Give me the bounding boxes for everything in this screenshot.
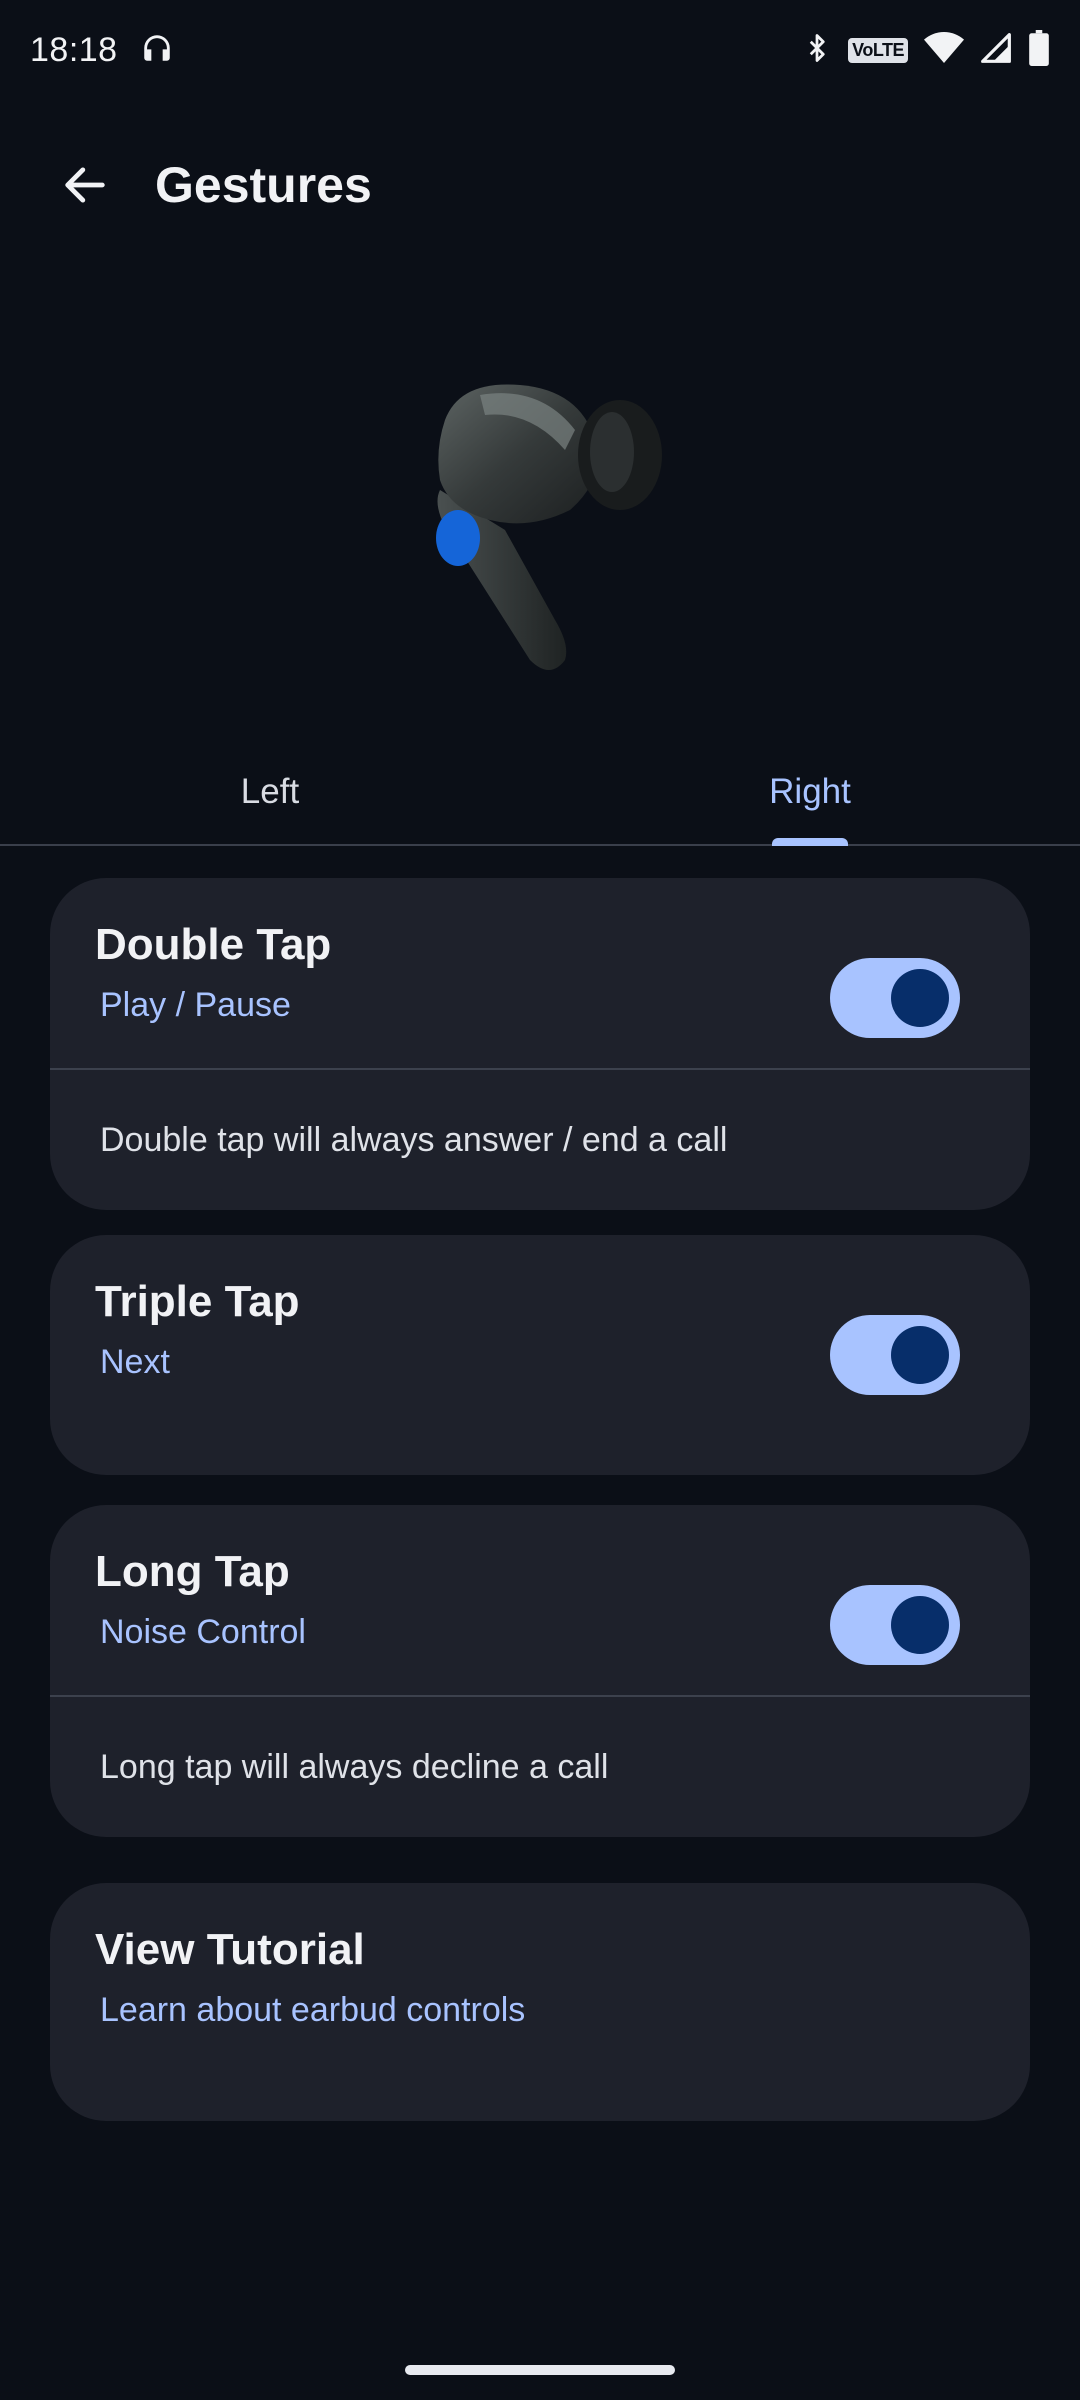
triple-tap-toggle[interactable] bbox=[830, 1315, 960, 1395]
triple-tap-card: Triple Tap Next bbox=[50, 1235, 1030, 1475]
gesture-action: Next bbox=[100, 1343, 170, 1381]
tab-right-label: Right bbox=[769, 772, 851, 811]
toggle-knob bbox=[891, 969, 949, 1027]
status-time: 18:18 bbox=[30, 30, 118, 69]
volte-icon: VoLTE bbox=[848, 37, 908, 63]
long-tap-toggle[interactable] bbox=[830, 1585, 960, 1665]
double-tap-toggle[interactable] bbox=[830, 958, 960, 1038]
earbud-tabs: Left Right bbox=[0, 740, 1080, 846]
gesture-note: Double tap will always answer / end a ca… bbox=[100, 1120, 728, 1159]
long-tap-card: Long Tap Noise Control Long tap will alw… bbox=[50, 1505, 1030, 1837]
view-tutorial-row: View Tutorial Learn about earbud control… bbox=[50, 1883, 1030, 2073]
page-title: Gestures bbox=[155, 157, 372, 213]
signal-icon bbox=[980, 32, 1012, 69]
tab-left[interactable]: Left bbox=[0, 740, 540, 844]
gesture-title: Long Tap bbox=[95, 1547, 290, 1596]
tab-left-label: Left bbox=[240, 772, 300, 811]
arrow-back-icon bbox=[65, 167, 105, 203]
battery-icon bbox=[1028, 29, 1050, 71]
wifi-icon bbox=[924, 31, 964, 70]
double-tap-card: Double Tap Play / Pause Double tap will … bbox=[50, 878, 1030, 1210]
app-bar: Gestures bbox=[0, 130, 1080, 240]
triple-tap-row[interactable]: Triple Tap Next bbox=[50, 1235, 1030, 1425]
view-tutorial-card[interactable]: View Tutorial Learn about earbud control… bbox=[50, 1883, 1030, 2121]
gesture-action: Play / Pause bbox=[100, 986, 291, 1024]
gesture-action: Noise Control bbox=[100, 1613, 306, 1651]
tab-right[interactable]: Right bbox=[540, 740, 1080, 846]
double-tap-row[interactable]: Double Tap Play / Pause bbox=[50, 878, 1030, 1068]
toggle-knob bbox=[891, 1326, 949, 1384]
gesture-note: Long tap will always decline a call bbox=[100, 1747, 609, 1786]
long-tap-row[interactable]: Long Tap Noise Control bbox=[50, 1505, 1030, 1695]
status-bar: 18:18 VoLTE bbox=[0, 0, 1080, 100]
bluetooth-icon bbox=[802, 31, 832, 70]
tab-indicator bbox=[772, 838, 848, 846]
navigation-handle[interactable] bbox=[405, 2365, 675, 2375]
toggle-knob bbox=[891, 1596, 949, 1654]
tutorial-title: View Tutorial bbox=[95, 1925, 365, 1974]
back-button[interactable] bbox=[30, 130, 140, 240]
headphones-icon bbox=[140, 31, 174, 70]
gesture-title: Triple Tap bbox=[95, 1277, 300, 1326]
earbud-image bbox=[390, 360, 690, 690]
gesture-title: Double Tap bbox=[95, 920, 332, 969]
tutorial-subtitle: Learn about earbud controls bbox=[100, 1991, 526, 2029]
